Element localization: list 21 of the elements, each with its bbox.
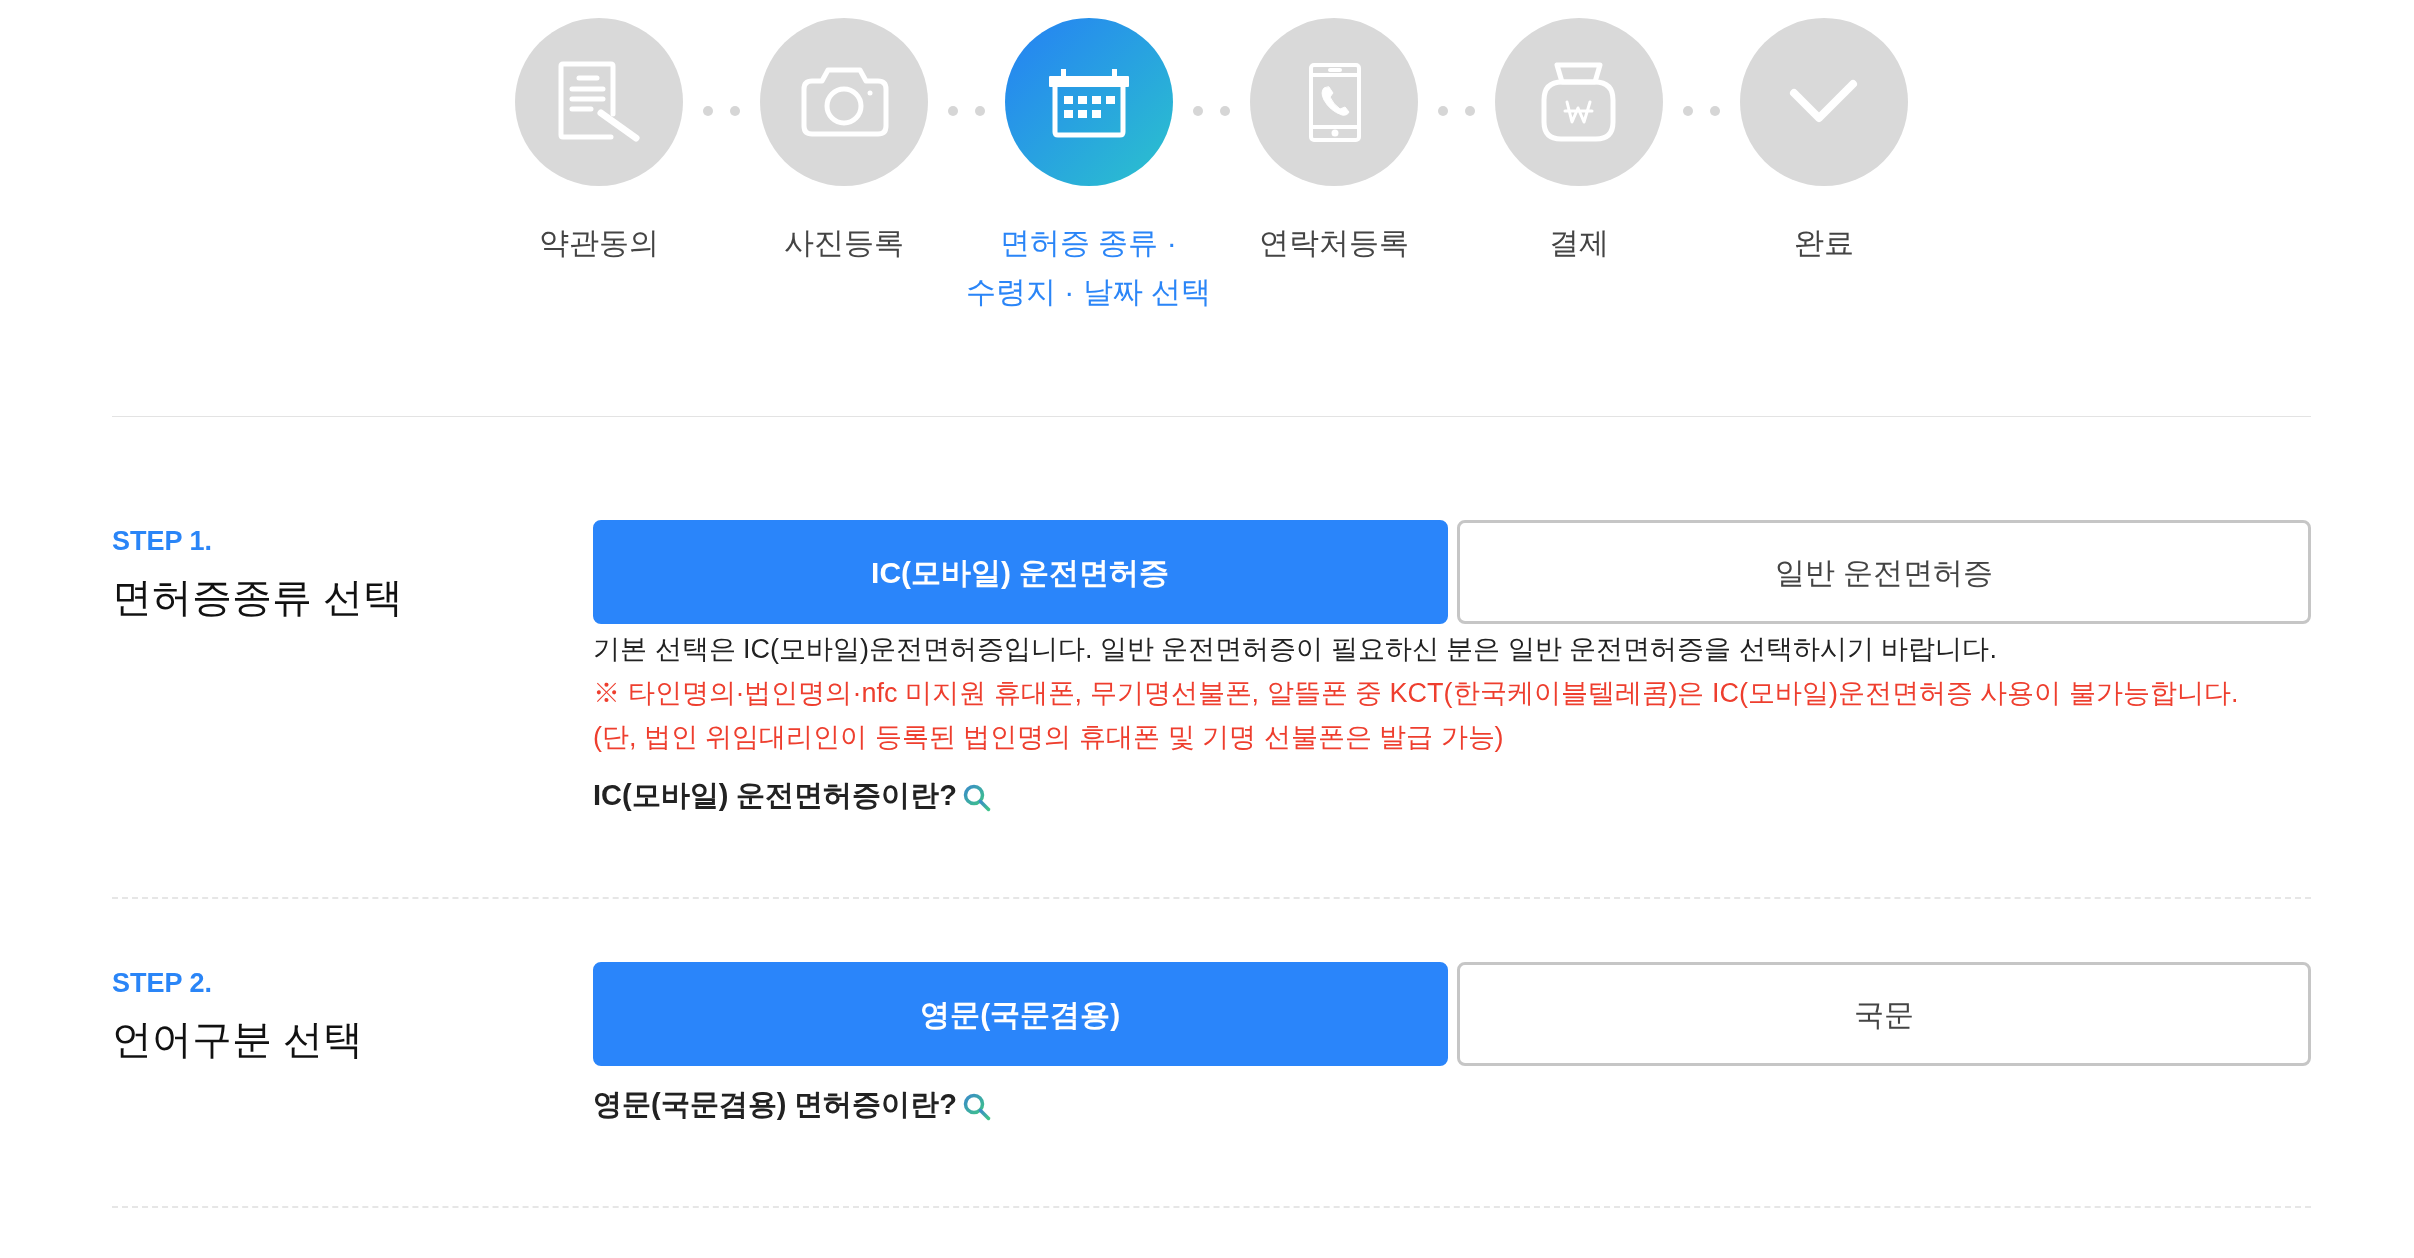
warning-note: (단, 법인 위임대리인이 등록된 법인명의 휴대폰 및 기명 선불폰은 발급 가능) — [593, 721, 1504, 754]
step-label: 완료 — [1793, 225, 1854, 261]
step-label: 약관동의 — [538, 225, 659, 261]
step-label: 사진등록 — [783, 225, 904, 261]
section-title: 언어구분 선택 — [112, 1016, 364, 1063]
section-title: 면허증종류 선택 — [112, 574, 404, 621]
step-number: STEP 1. — [112, 525, 213, 558]
warning-note: ※ 타인명의·법인명의·nfc 미지원 휴대폰, 무기명선불폰, 알뜰폰 중 KCT(한국케이블텔레콤)은 IC(모바일)운전면허증 사용이 불가능합니다. — [593, 677, 2239, 710]
search-icon — [963, 1093, 992, 1121]
step-label: 연락처등록 — [1258, 225, 1409, 261]
info-link[interactable]: 영문(국문겸용) 면허증이란? — [593, 1082, 992, 1126]
description-text: 기본 선택은 IC(모바일)운전면허증입니다. 일반 운전면허증이 필요하신 분은 일반 운전면허증을 선택하시기 바랍니다. — [593, 633, 1997, 666]
option-button[interactable]: 일반 운전면허증 — [1456, 520, 2311, 624]
option-button[interactable]: 국문 — [1456, 962, 2311, 1066]
step-label: 결제 — [1548, 225, 1609, 261]
search-icon — [963, 784, 992, 812]
option-button[interactable]: IC(모바일) 운전면허증 — [593, 520, 1448, 624]
info-link[interactable]: IC(모바일) 운전면허증이란? — [593, 773, 992, 817]
step-number: STEP 2. — [112, 967, 213, 1000]
step-label: 면허증 종류 · 수령지 · 날짜 선택 — [965, 225, 1212, 310]
option-button[interactable]: 영문(국문겸용) — [593, 962, 1448, 1066]
